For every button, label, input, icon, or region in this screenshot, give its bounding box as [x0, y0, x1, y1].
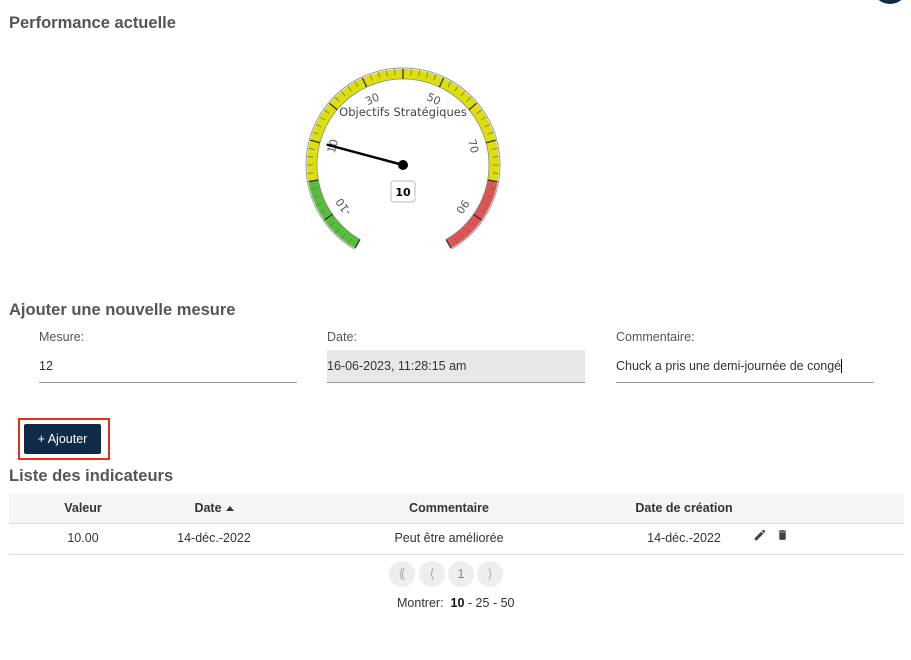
header-commentaire[interactable]: Commentaire	[349, 494, 549, 523]
pencil-icon[interactable]	[753, 524, 767, 553]
sort-ascending-icon	[225, 506, 234, 512]
page-1-button[interactable]: 1	[448, 561, 474, 587]
row-actions	[753, 524, 803, 553]
gauge-tick-label: 90	[453, 197, 472, 216]
comment-input[interactable]: Chuck a pris une demi-journée de congé	[616, 350, 874, 383]
show-label: Montrer:	[397, 596, 444, 610]
table-row: 10.00 14-déc.-2022 Peut être améliorée 1…	[9, 524, 904, 555]
gauge-tick-label: -10	[333, 195, 354, 217]
cell-commentaire: Peut être améliorée	[394, 531, 504, 545]
date-field: Date: 16-06-2023, 11:28:15 am	[327, 330, 585, 383]
indicators-list-title: Liste des indicateurs	[9, 467, 174, 485]
mesure-input[interactable]: 12	[39, 350, 297, 383]
comment-field: Commentaire: Chuck a pris une demi-journ…	[616, 330, 874, 383]
add-measure-title: Ajouter une nouvelle mesure	[9, 301, 236, 319]
add-button[interactable]: + Ajouter	[24, 424, 101, 454]
mesure-label: Mesure:	[39, 330, 85, 344]
text-caret	[841, 358, 843, 373]
cell-date: 14-déc.-2022	[177, 531, 251, 545]
gauge-band-2	[446, 179, 498, 249]
gauge-band-0	[308, 179, 360, 249]
gauge-bands	[305, 67, 501, 250]
page-size-10[interactable]: 10	[451, 596, 465, 610]
next-page-button[interactable]: ⟩	[477, 561, 503, 587]
gauge-needle	[326, 143, 405, 167]
user-avatar[interactable]	[872, 0, 908, 4]
prev-page-button[interactable]: ⟨	[419, 561, 445, 587]
mesure-field: Mesure: 12	[39, 330, 297, 383]
trash-icon[interactable]	[776, 524, 789, 553]
indicators-table: Valeur Date Commentaire Date de création…	[9, 494, 904, 555]
page-size-selector: Montrer: 10 - 25 - 50	[397, 596, 515, 610]
cell-valeur: 10.00	[67, 531, 99, 545]
page-size-50[interactable]: 50	[501, 596, 515, 610]
comment-value: Chuck a pris une demi-journée de congé	[616, 359, 842, 373]
first-page-button[interactable]: ⟪	[389, 561, 415, 587]
table-header: Valeur Date Commentaire Date de création	[9, 494, 904, 524]
page-size-25[interactable]: 25	[476, 596, 490, 610]
header-valeur[interactable]: Valeur	[39, 494, 127, 523]
gauge-title: Objectifs Stratégiques	[339, 105, 467, 119]
performance-title: Performance actuelle	[9, 14, 176, 32]
cell-date-creation: 14-déc.-2022	[647, 531, 721, 545]
date-label: Date:	[327, 330, 357, 344]
date-input[interactable]: 16-06-2023, 11:28:15 am	[327, 350, 585, 383]
header-date[interactable]: Date	[144, 494, 284, 523]
gauge-chart: -101030 507090 Objectifs Stratégiques 10	[305, 67, 501, 250]
gauge-tick-label: 70	[465, 138, 481, 155]
gauge-value-label: 10	[395, 186, 411, 199]
gauge-pivot	[398, 160, 408, 170]
header-date-creation[interactable]: Date de création	[609, 494, 759, 523]
comment-label: Commentaire:	[616, 330, 695, 344]
